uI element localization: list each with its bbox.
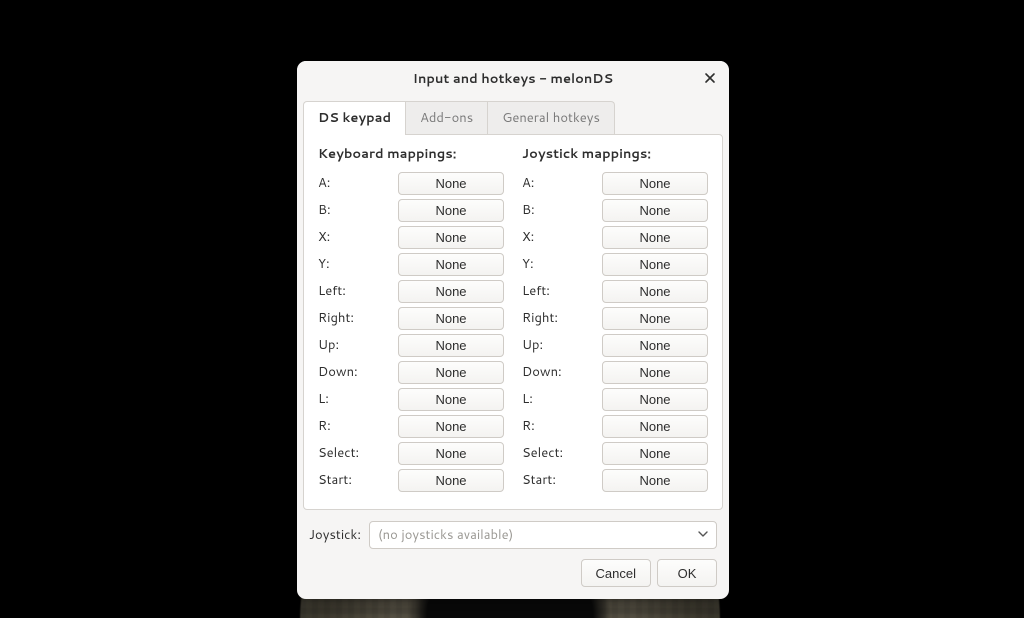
kb-row: R:None [318, 414, 504, 438]
joystick-mappings-column: Joystick mappings: A:NoneB:NoneX:NoneY:N… [522, 145, 708, 495]
joy-key-label: Right: [522, 309, 602, 327]
kb-row: Down:None [318, 360, 504, 384]
joy-bind-button[interactable]: None [602, 307, 708, 330]
keyboard-mappings-column: Keyboard mappings: A:NoneB:NoneX:NoneY:N… [318, 145, 504, 495]
joy-key-label: B: [522, 201, 602, 219]
kb-row: Select:None [318, 441, 504, 465]
joy-bind-button[interactable]: None [602, 280, 708, 303]
joy-bind-button[interactable]: None [602, 334, 708, 357]
joy-bind-button[interactable]: None [602, 172, 708, 195]
kb-key-label: Select: [318, 444, 398, 462]
joy-row: R:None [522, 414, 708, 438]
joystick-combobox-value: (no joysticks available) [378, 526, 513, 544]
joy-key-label: Up: [522, 336, 602, 354]
kb-key-label: Up: [318, 336, 398, 354]
close-button[interactable] [697, 66, 723, 92]
joystick-selector-row: Joystick: (no joysticks available) [297, 511, 729, 549]
joystick-combobox[interactable]: (no joysticks available) [369, 521, 717, 549]
joy-row: Start:None [522, 468, 708, 492]
tab-add-ons[interactable]: Add-ons [405, 101, 488, 135]
close-icon [704, 72, 716, 87]
joy-key-label: Start: [522, 471, 602, 489]
joy-key-label: A: [522, 174, 602, 192]
tabpage-ds-keypad: Keyboard mappings: A:NoneB:NoneX:NoneY:N… [303, 134, 723, 510]
kb-key-label: L: [318, 390, 398, 408]
kb-row: Start:None [318, 468, 504, 492]
kb-key-label: X: [318, 228, 398, 246]
joy-row: Up:None [522, 333, 708, 357]
joy-row: X:None [522, 225, 708, 249]
kb-row: Right:None [318, 306, 504, 330]
kb-row: L:None [318, 387, 504, 411]
tab-bar: DS keypad Add-ons General hotkeys [297, 97, 729, 135]
joy-key-label: X: [522, 228, 602, 246]
kb-key-label: R: [318, 417, 398, 435]
tab-general-hotkeys[interactable]: General hotkeys [487, 101, 615, 135]
joy-row: Select:None [522, 441, 708, 465]
kb-row: A:None [318, 171, 504, 195]
kb-key-label: B: [318, 201, 398, 219]
kb-bind-button[interactable]: None [398, 415, 504, 438]
kb-row: Left:None [318, 279, 504, 303]
joy-bind-button[interactable]: None [602, 442, 708, 465]
kb-bind-button[interactable]: None [398, 199, 504, 222]
chevron-down-icon [698, 526, 708, 544]
joy-row: B:None [522, 198, 708, 222]
tab-ds-keypad[interactable]: DS keypad [303, 101, 406, 135]
kb-bind-button[interactable]: None [398, 307, 504, 330]
kb-key-label: Right: [318, 309, 398, 327]
kb-key-label: Left: [318, 282, 398, 300]
kb-bind-button[interactable]: None [398, 226, 504, 249]
cancel-button[interactable]: Cancel [581, 559, 651, 587]
joy-bind-button[interactable]: None [602, 199, 708, 222]
joy-key-label: Select: [522, 444, 602, 462]
joy-row: Left:None [522, 279, 708, 303]
dialog-button-bar: Cancel OK [297, 549, 729, 599]
joy-row: Down:None [522, 360, 708, 384]
kb-row: Up:None [318, 333, 504, 357]
kb-key-label: A: [318, 174, 398, 192]
joy-key-label: Y: [522, 255, 602, 273]
kb-key-label: Down: [318, 363, 398, 381]
titlebar[interactable]: Input and hotkeys - melonDS [297, 61, 729, 97]
joystick-mappings-title: Joystick mappings: [522, 145, 708, 163]
joy-bind-button[interactable]: None [602, 361, 708, 384]
joy-key-label: R: [522, 417, 602, 435]
kb-bind-button[interactable]: None [398, 253, 504, 276]
mappings-grid: Keyboard mappings: A:NoneB:NoneX:NoneY:N… [318, 145, 708, 495]
window-title: Input and hotkeys - melonDS [413, 70, 613, 88]
joy-row: Y:None [522, 252, 708, 276]
joy-row: A:None [522, 171, 708, 195]
kb-bind-button[interactable]: None [398, 469, 504, 492]
joy-key-label: L: [522, 390, 602, 408]
joy-row: L:None [522, 387, 708, 411]
kb-bind-button[interactable]: None [398, 361, 504, 384]
kb-bind-button[interactable]: None [398, 442, 504, 465]
kb-bind-button[interactable]: None [398, 388, 504, 411]
joy-bind-button[interactable]: None [602, 415, 708, 438]
joy-bind-button[interactable]: None [602, 469, 708, 492]
kb-bind-button[interactable]: None [398, 334, 504, 357]
kb-key-label: Start: [318, 471, 398, 489]
kb-row: B:None [318, 198, 504, 222]
joy-bind-button[interactable]: None [602, 226, 708, 249]
joystick-selector-label: Joystick: [309, 526, 361, 544]
kb-bind-button[interactable]: None [398, 280, 504, 303]
ok-button[interactable]: OK [657, 559, 717, 587]
kb-bind-button[interactable]: None [398, 172, 504, 195]
kb-row: Y:None [318, 252, 504, 276]
joy-row: Right:None [522, 306, 708, 330]
input-hotkeys-dialog: Input and hotkeys - melonDS DS keypad Ad… [297, 61, 729, 599]
joy-key-label: Down: [522, 363, 602, 381]
joy-key-label: Left: [522, 282, 602, 300]
kb-row: X:None [318, 225, 504, 249]
joy-bind-button[interactable]: None [602, 388, 708, 411]
kb-key-label: Y: [318, 255, 398, 273]
joy-bind-button[interactable]: None [602, 253, 708, 276]
keyboard-mappings-title: Keyboard mappings: [318, 145, 504, 163]
